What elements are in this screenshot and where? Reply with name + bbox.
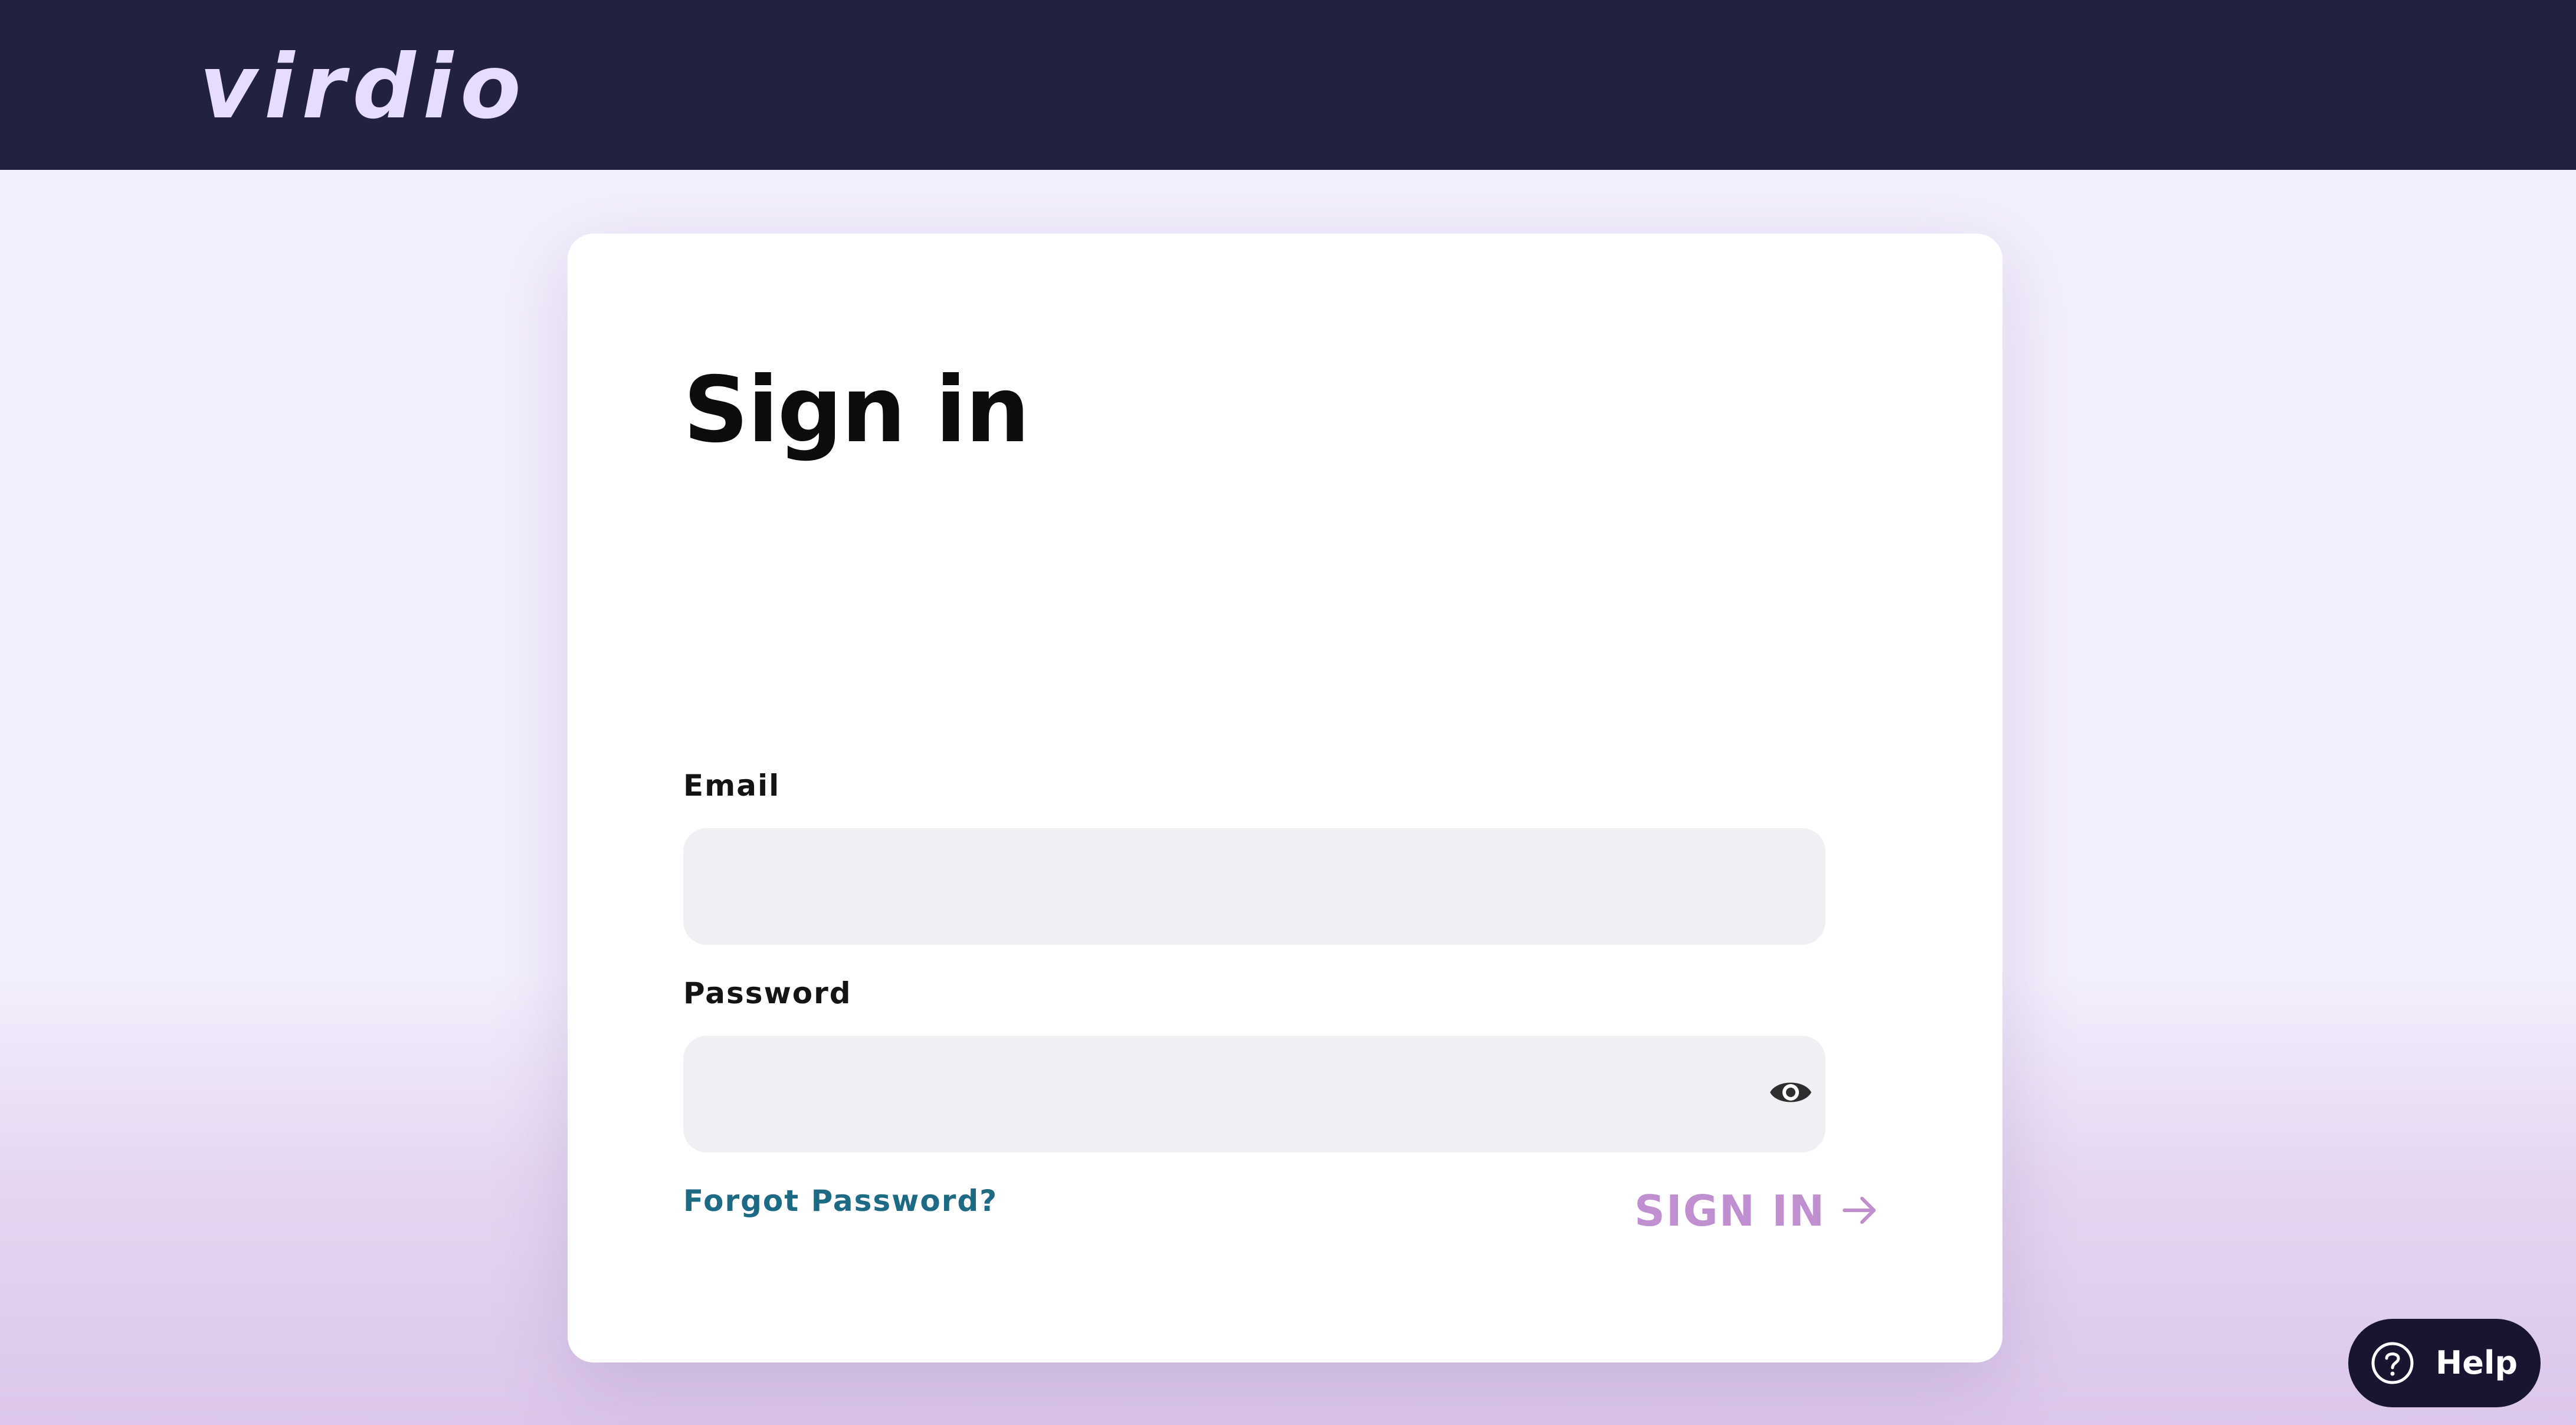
password-field[interactable] bbox=[683, 1036, 1826, 1153]
sign-in-button[interactable]: SIGN IN bbox=[1634, 1180, 1888, 1245]
show-password-toggle[interactable] bbox=[1769, 1076, 1813, 1109]
top-bar: virdio bbox=[0, 0, 2576, 170]
email-field[interactable] bbox=[683, 828, 1826, 945]
password-label: Password bbox=[683, 976, 852, 1010]
help-button-label: Help bbox=[2436, 1344, 2518, 1381]
forgot-password-link[interactable]: Forgot Password? bbox=[683, 1183, 998, 1219]
arrow-right-icon bbox=[1843, 1197, 1876, 1224]
question-circle-icon bbox=[2371, 1342, 2414, 1384]
email-label: Email bbox=[683, 769, 781, 803]
virdio-logo[interactable]: virdio bbox=[199, 34, 528, 140]
sign-in-card: Sign in Email Password Forgot Password? … bbox=[568, 234, 2003, 1362]
page-title: Sign in bbox=[683, 357, 1030, 463]
eye-icon bbox=[1770, 1082, 1811, 1102]
help-button[interactable]: Help bbox=[2348, 1319, 2541, 1407]
sign-in-button-label: SIGN IN bbox=[1634, 1186, 1826, 1236]
